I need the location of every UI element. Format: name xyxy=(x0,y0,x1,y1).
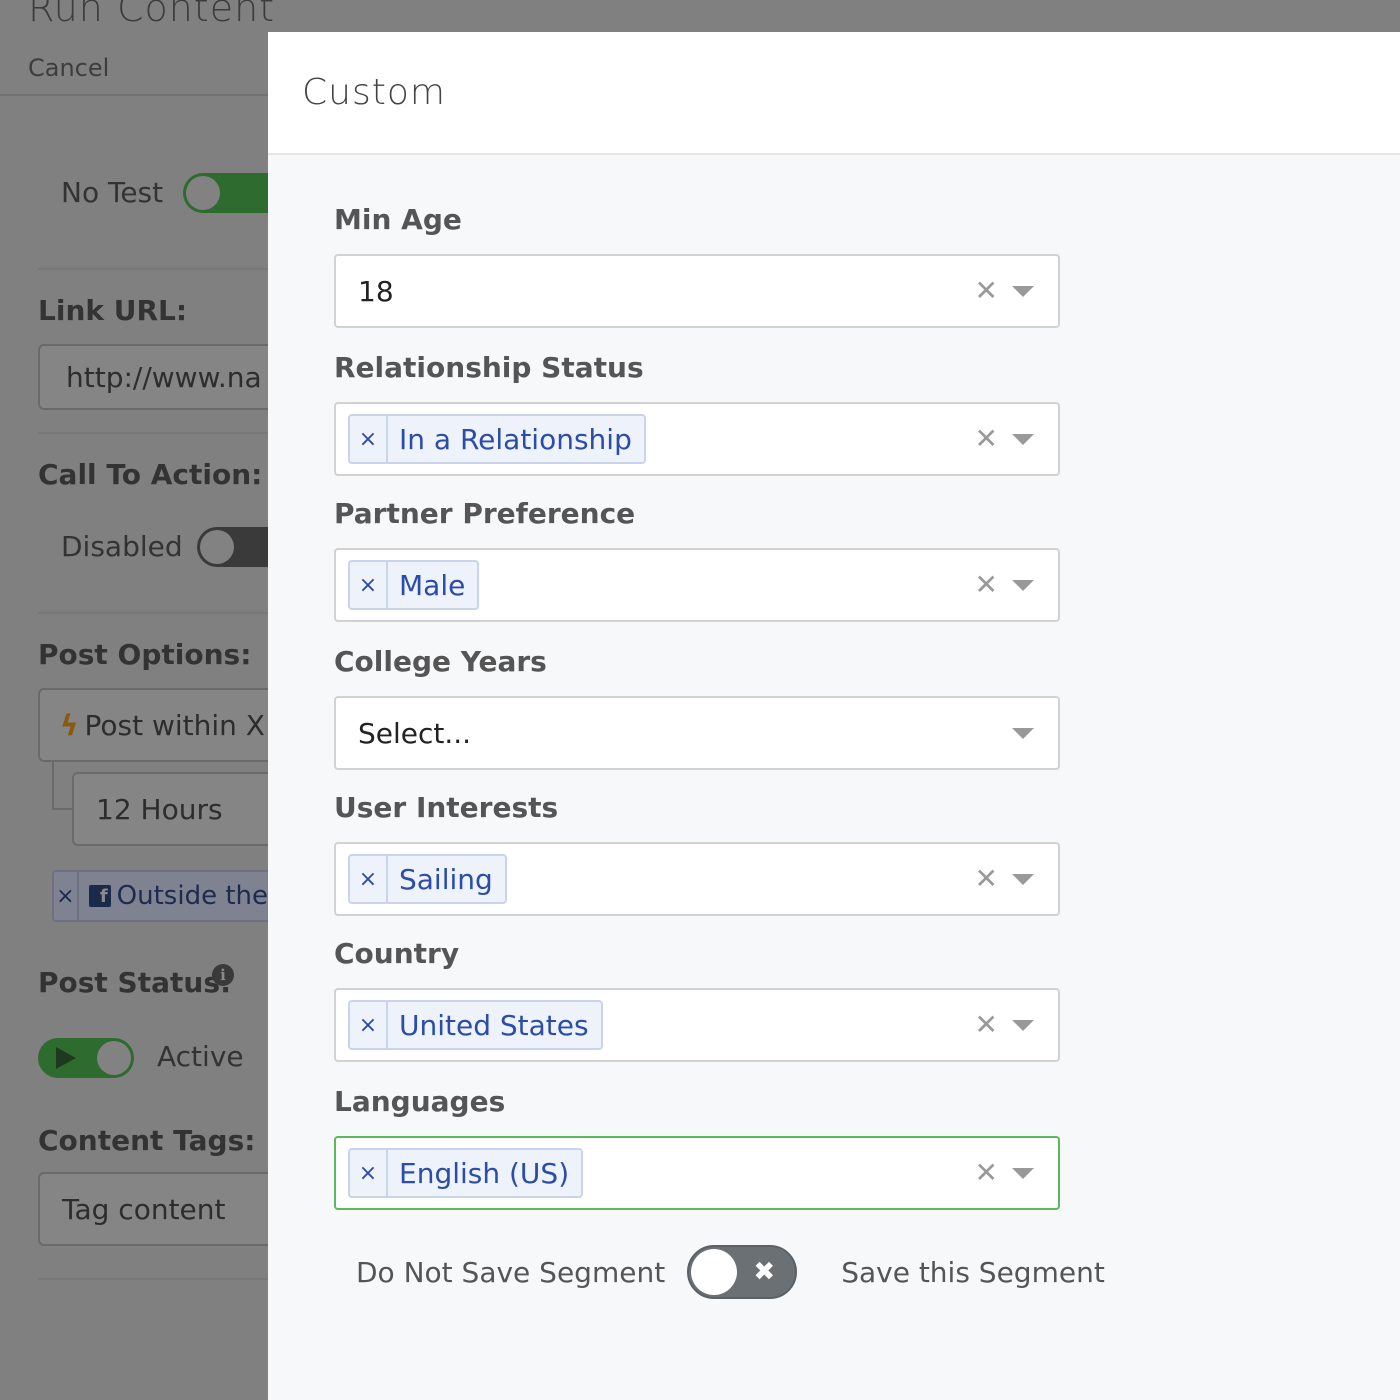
college-years-field: College Years Select... xyxy=(334,642,1060,770)
tag-content-input[interactable]: Tag content xyxy=(38,1172,268,1246)
divider xyxy=(38,268,268,270)
user-interests-select[interactable]: × Sailing ✕ xyxy=(334,842,1060,916)
post-option-value: Post within X I xyxy=(84,708,268,742)
country-select[interactable]: × United States ✕ xyxy=(334,988,1060,1062)
chip-label: In a Relationship xyxy=(399,422,632,456)
chip-remove-icon[interactable]: × xyxy=(350,856,388,902)
tree-connector xyxy=(52,762,74,810)
facebook-icon: f xyxy=(88,885,111,907)
selected-chip: × In a Relationship xyxy=(348,414,646,464)
min-age-value: 18 xyxy=(358,274,394,308)
post-options-label: Post Options: xyxy=(38,638,252,671)
info-icon[interactable]: i xyxy=(212,964,234,986)
clear-icon[interactable]: ✕ xyxy=(975,425,998,453)
college-years-placeholder: Select... xyxy=(358,716,472,750)
languages-field: Languages × English (US) ✕ xyxy=(334,1082,1060,1210)
post-status-toggle[interactable] xyxy=(38,1038,134,1078)
save-this-segment-label: Save this Segment xyxy=(841,1255,1105,1289)
clear-icon[interactable]: ✕ xyxy=(975,277,998,305)
divider xyxy=(38,612,268,614)
chip-label: United States xyxy=(399,1008,589,1042)
chevron-down-icon[interactable] xyxy=(1012,286,1034,297)
selected-chip: × Sailing xyxy=(348,854,507,904)
outside-tag-label: Outside the xyxy=(116,881,268,911)
chevron-down-icon[interactable] xyxy=(1012,580,1034,591)
close-icon: ✖ xyxy=(753,1257,776,1287)
languages-label: Languages xyxy=(334,1085,506,1118)
selected-chip: × Male xyxy=(348,560,480,610)
chip-label: English (US) xyxy=(399,1156,570,1190)
partner-preference-select[interactable]: × Male ✕ xyxy=(334,548,1060,622)
relationship-status-label: Relationship Status xyxy=(334,351,644,384)
active-label: Active xyxy=(157,1040,244,1073)
chevron-down-icon[interactable] xyxy=(1012,1020,1034,1031)
post-options-select[interactable]: ϟ Post within X I xyxy=(38,688,268,762)
chip-remove-icon[interactable]: × xyxy=(54,872,79,920)
user-interests-field: User Interests × Sailing ✕ xyxy=(334,788,1060,916)
chevron-down-icon[interactable] xyxy=(1012,434,1034,445)
min-age-label: Min Age xyxy=(334,203,462,236)
do-not-save-segment-label: Do Not Save Segment xyxy=(356,1255,666,1289)
call-to-action-label: Call To Action: xyxy=(38,458,263,491)
content-tags-label: Content Tags: xyxy=(38,1124,256,1157)
custom-modal: Custom Min Age 18 ✕ Relationship Status … xyxy=(268,32,1400,1400)
modal-title: Custom xyxy=(302,72,446,113)
no-test-toggle[interactable] xyxy=(183,173,268,213)
cancel-link[interactable]: Cancel xyxy=(28,54,109,82)
link-url-input[interactable]: http://www.na xyxy=(38,344,268,410)
page-title: Run Content xyxy=(28,0,276,30)
chip-remove-icon[interactable]: × xyxy=(350,416,388,462)
user-interests-label: User Interests xyxy=(334,791,559,824)
selected-chip: × English (US) xyxy=(348,1148,584,1198)
clear-icon[interactable]: ✕ xyxy=(975,1011,998,1039)
link-url-label: Link URL: xyxy=(38,294,188,327)
college-years-label: College Years xyxy=(334,645,547,678)
post-status-label: Post Status: xyxy=(38,966,232,999)
partner-preference-label: Partner Preference xyxy=(334,497,636,530)
modal-header: Custom xyxy=(268,32,1400,155)
divider xyxy=(0,94,268,96)
chip-label: Sailing xyxy=(399,862,493,896)
chip-remove-icon[interactable]: × xyxy=(350,1150,388,1196)
save-segment-toggle[interactable]: ✖ xyxy=(687,1245,798,1299)
clear-icon[interactable]: ✕ xyxy=(975,571,998,599)
bolt-icon: ϟ xyxy=(60,708,79,742)
chevron-down-icon[interactable] xyxy=(1012,874,1034,885)
chip-remove-icon[interactable]: × xyxy=(350,562,388,608)
min-age-field: Min Age 18 ✕ xyxy=(334,200,1060,328)
no-test-label: No Test xyxy=(61,176,164,209)
selected-chip: × United States xyxy=(348,1000,603,1050)
play-icon xyxy=(56,1047,76,1069)
disabled-label: Disabled xyxy=(61,530,183,563)
college-years-select[interactable]: Select... xyxy=(334,696,1060,770)
clear-icon[interactable]: ✕ xyxy=(975,865,998,893)
chevron-down-icon[interactable] xyxy=(1012,728,1034,739)
call-to-action-toggle[interactable] xyxy=(197,527,268,567)
divider xyxy=(38,432,268,434)
min-age-select[interactable]: 18 ✕ xyxy=(334,254,1060,328)
outside-tag-chip[interactable]: × f Outside the xyxy=(52,870,268,922)
partner-preference-field: Partner Preference × Male ✕ xyxy=(334,494,1060,622)
relationship-status-field: Relationship Status × In a Relationship … xyxy=(334,348,1060,476)
chevron-down-icon[interactable] xyxy=(1012,1168,1034,1179)
save-segment-row: Do Not Save Segment ✖ Save this Segment xyxy=(356,1244,1116,1300)
divider xyxy=(38,1278,268,1280)
country-field: Country × United States ✕ xyxy=(334,934,1060,1062)
hours-select[interactable]: 12 Hours xyxy=(72,772,268,846)
clear-icon[interactable]: ✕ xyxy=(975,1159,998,1187)
country-label: Country xyxy=(334,937,460,970)
relationship-status-select[interactable]: × In a Relationship ✕ xyxy=(334,402,1060,476)
languages-select[interactable]: × English (US) ✕ xyxy=(334,1136,1060,1210)
toggle-knob xyxy=(691,1249,738,1295)
chip-label: Male xyxy=(399,568,466,602)
chip-remove-icon[interactable]: × xyxy=(350,1002,388,1048)
